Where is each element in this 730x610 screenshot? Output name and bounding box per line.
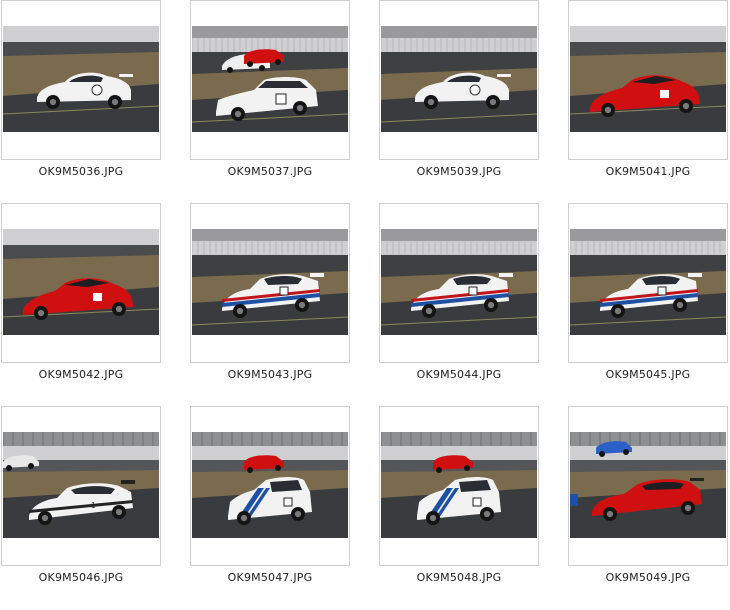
thumbnail-item[interactable]: OK9M5042.JPG xyxy=(1,203,163,389)
file-name-label[interactable]: OK9M5042.JPG xyxy=(1,368,161,381)
car-photo-thumbnail[interactable] xyxy=(192,229,348,335)
file-name-label[interactable]: OK9M5037.JPG xyxy=(190,165,350,178)
thumbnail-frame[interactable] xyxy=(190,406,350,566)
car-photo-thumbnail[interactable] xyxy=(381,432,537,538)
file-name-label[interactable]: OK9M5039.JPG xyxy=(379,165,539,178)
thumbnail-item[interactable]: OK9M5045.JPG xyxy=(568,203,730,389)
thumbnail-frame[interactable] xyxy=(379,203,539,363)
thumbnail-frame[interactable] xyxy=(379,406,539,566)
file-name-label[interactable]: OK9M5044.JPG xyxy=(379,368,539,381)
thumbnail-frame[interactable]: 1 xyxy=(1,406,161,566)
thumbnail-item[interactable]: OK9M5039.JPG xyxy=(379,0,541,186)
car-photo-thumbnail[interactable] xyxy=(192,26,348,132)
car-photo-thumbnail[interactable] xyxy=(381,229,537,335)
file-name-label[interactable]: OK9M5041.JPG xyxy=(568,165,728,178)
car-photo-thumbnail[interactable] xyxy=(570,26,726,132)
car-photo-thumbnail[interactable] xyxy=(3,229,159,335)
car-photo-thumbnail[interactable] xyxy=(570,229,726,335)
thumbnail-frame[interactable] xyxy=(379,0,539,160)
file-name-label[interactable]: OK9M5045.JPG xyxy=(568,368,728,381)
car-photo-thumbnail[interactable] xyxy=(192,432,348,538)
thumbnail-item[interactable]: OK9M5049.JPG xyxy=(568,406,730,592)
car-photo-thumbnail[interactable]: 1 xyxy=(3,432,159,538)
file-name-label[interactable]: OK9M5043.JPG xyxy=(190,368,350,381)
car-photo-thumbnail[interactable] xyxy=(570,432,726,538)
thumbnail-item[interactable]: OK9M5043.JPG xyxy=(190,203,352,389)
thumbnail-frame[interactable] xyxy=(190,0,350,160)
file-name-label[interactable]: OK9M5036.JPG xyxy=(1,165,161,178)
car-photo-thumbnail[interactable] xyxy=(3,26,159,132)
file-name-label[interactable]: OK9M5047.JPG xyxy=(190,571,350,584)
thumbnail-item[interactable]: OK9M5036.JPG xyxy=(1,0,163,186)
thumbnail-frame[interactable] xyxy=(568,406,728,566)
thumbnail-item[interactable]: 1 OK9M5046.JPG xyxy=(1,406,163,592)
thumbnail-item[interactable]: OK9M5037.JPG xyxy=(190,0,352,186)
thumbnail-frame[interactable] xyxy=(568,203,728,363)
file-gallery: OK9M5036.JPG OK9M5037.JPG OK9M5039.JPG O… xyxy=(0,0,730,610)
car-photo-thumbnail[interactable] xyxy=(381,26,537,132)
file-name-label[interactable]: OK9M5046.JPG xyxy=(1,571,161,584)
file-name-label[interactable]: OK9M5049.JPG xyxy=(568,571,728,584)
thumbnail-item[interactable]: OK9M5044.JPG xyxy=(379,203,541,389)
thumbnail-item[interactable]: OK9M5041.JPG xyxy=(568,0,730,186)
thumbnail-frame[interactable] xyxy=(190,203,350,363)
svg-text:1: 1 xyxy=(91,501,96,510)
thumbnail-frame[interactable] xyxy=(568,0,728,160)
file-name-label[interactable]: OK9M5048.JPG xyxy=(379,571,539,584)
thumbnail-item[interactable]: OK9M5048.JPG xyxy=(379,406,541,592)
thumbnail-item[interactable]: OK9M5047.JPG xyxy=(190,406,352,592)
thumbnail-frame[interactable] xyxy=(1,203,161,363)
thumbnail-frame[interactable] xyxy=(1,0,161,160)
